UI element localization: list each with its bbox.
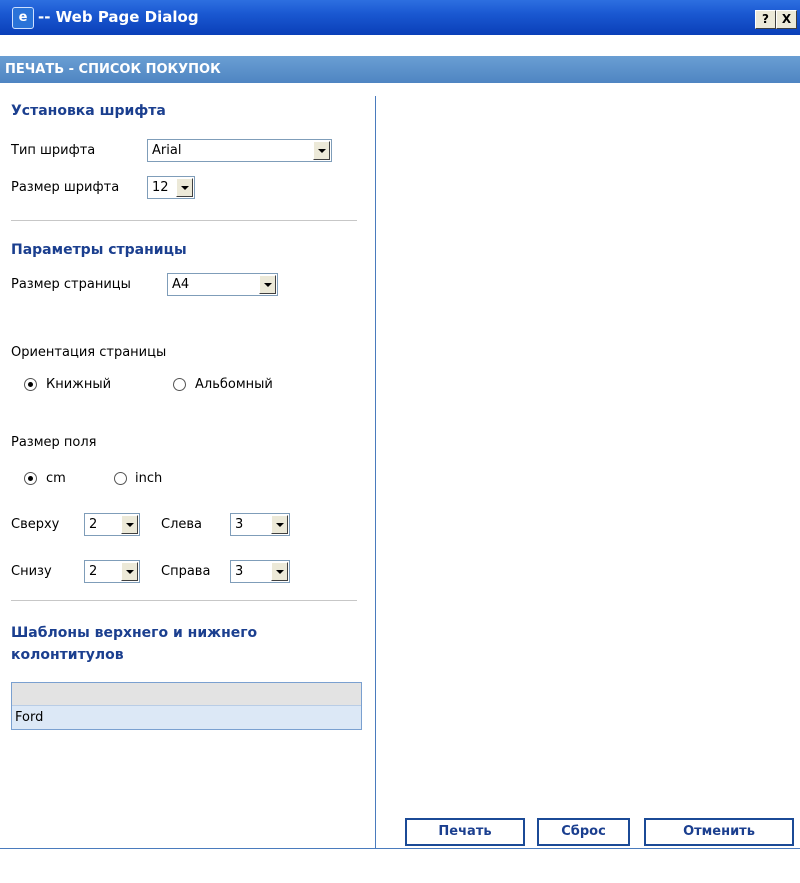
chevron-down-icon[interactable] [313,141,330,160]
margin-left-select[interactable]: 3 [230,513,290,536]
orientation-label: Ориентация страницы [11,345,167,360]
chevron-down-icon[interactable] [121,515,138,534]
margin-right-select[interactable]: 3 [230,560,290,583]
cm-radio[interactable] [24,472,37,485]
bottom-divider [0,848,800,849]
font-size-value: 12 [152,180,169,195]
font-settings-title: Установка шрифта [11,103,166,119]
font-type-value: Arial [152,143,182,158]
templates-title-line2: колонтитулов [11,647,124,663]
reset-button[interactable]: Сброс [537,818,630,846]
chevron-down-icon[interactable] [271,562,288,581]
page-settings-title: Параметры страницы [11,242,187,258]
inch-label: inch [135,471,163,486]
chevron-down-icon[interactable] [121,562,138,581]
inch-radio[interactable] [114,472,127,485]
chevron-down-icon[interactable] [271,515,288,534]
templates-title-line1: Шаблоны верхнего и нижнего [11,625,258,641]
templates-table: Ford [11,682,362,730]
margin-left-value: 3 [235,517,244,532]
font-type-label: Тип шрифта [11,143,96,158]
margin-left-label: Слева [161,517,203,532]
cancel-button[interactable]: Отменить [644,818,794,846]
margin-right-label: Справа [161,564,211,579]
font-type-select[interactable]: Arial [147,139,332,162]
page-size-select[interactable]: A4 [167,273,278,296]
landscape-radio[interactable] [173,378,186,391]
dialog-header: ПЕЧАТЬ - СПИСОК ПОКУПОК [0,56,800,83]
window-title-bar: e -- Web Page Dialog ? X [0,0,800,35]
help-button[interactable]: ? [755,10,776,29]
ie-icon: e [12,7,34,29]
table-row[interactable]: Ford [12,706,361,729]
font-size-select[interactable]: 12 [147,176,195,199]
page-size-label: Размер страницы [11,277,131,292]
margin-top-value: 2 [89,517,98,532]
margin-bottom-select[interactable]: 2 [84,560,140,583]
divider [11,220,357,221]
margin-size-label: Размер поля [11,435,97,450]
font-size-label: Размер шрифта [11,180,120,195]
dialog-header-title: ПЕЧАТЬ - СПИСОК ПОКУПОК [5,62,221,77]
vertical-divider [375,96,376,848]
chevron-down-icon[interactable] [176,178,193,197]
margin-top-select[interactable]: 2 [84,513,140,536]
margin-bottom-label: Снизу [11,564,52,579]
landscape-label: Альбомный [195,377,273,392]
window-title: -- Web Page Dialog [38,8,199,26]
portrait-label: Книжный [46,377,112,392]
margin-bottom-value: 2 [89,564,98,579]
chevron-down-icon[interactable] [259,275,276,294]
close-button[interactable]: X [776,10,797,29]
cm-label: cm [46,471,66,486]
divider [11,600,357,601]
print-button[interactable]: Печать [405,818,525,846]
page-size-value: A4 [172,277,190,292]
margin-top-label: Сверху [11,517,60,532]
margin-right-value: 3 [235,564,244,579]
portrait-radio[interactable] [24,378,37,391]
table-header [12,683,361,706]
